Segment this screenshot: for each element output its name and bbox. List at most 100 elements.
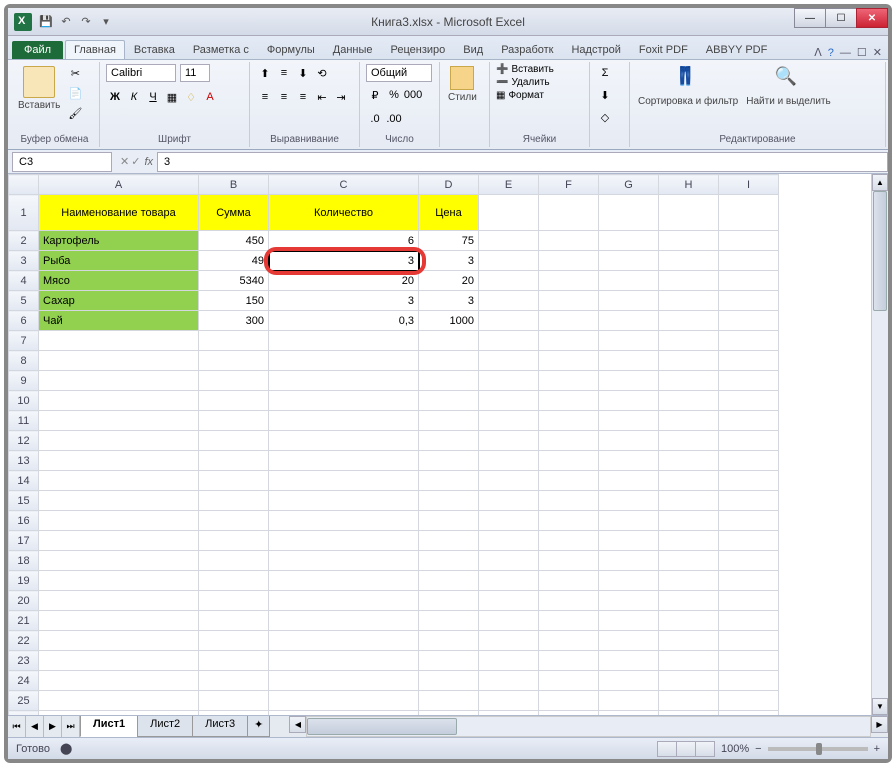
cell[interactable] bbox=[719, 351, 779, 371]
cell[interactable] bbox=[199, 611, 269, 631]
decrease-decimal-icon[interactable]: .00 bbox=[385, 110, 403, 128]
cell[interactable] bbox=[659, 571, 719, 591]
cell[interactable] bbox=[539, 631, 599, 651]
cell[interactable] bbox=[599, 371, 659, 391]
cell[interactable] bbox=[539, 611, 599, 631]
cell[interactable] bbox=[199, 651, 269, 671]
cell[interactable]: Мясо bbox=[39, 271, 199, 291]
border-button[interactable]: ▦ bbox=[163, 88, 181, 106]
cell[interactable] bbox=[419, 711, 479, 716]
cell[interactable] bbox=[479, 691, 539, 711]
cell[interactable] bbox=[659, 491, 719, 511]
row-header[interactable]: 26 bbox=[9, 711, 39, 716]
cell[interactable] bbox=[39, 351, 199, 371]
tab-data[interactable]: Данные bbox=[324, 40, 382, 59]
row-header[interactable]: 12 bbox=[9, 431, 39, 451]
cell[interactable] bbox=[539, 291, 599, 311]
cell[interactable] bbox=[539, 571, 599, 591]
cell[interactable] bbox=[479, 591, 539, 611]
cell[interactable] bbox=[39, 491, 199, 511]
qat-more-icon[interactable]: ▾ bbox=[98, 14, 114, 30]
align-middle-icon[interactable]: ≡ bbox=[275, 64, 293, 82]
column-header[interactable]: F bbox=[539, 175, 599, 195]
cell[interactable] bbox=[659, 511, 719, 531]
cell[interactable]: 5340 bbox=[199, 271, 269, 291]
cell[interactable] bbox=[39, 691, 199, 711]
cell[interactable] bbox=[659, 431, 719, 451]
cell[interactable] bbox=[199, 371, 269, 391]
cell[interactable] bbox=[269, 431, 419, 451]
cell[interactable] bbox=[419, 571, 479, 591]
row-header[interactable]: 4 bbox=[9, 271, 39, 291]
confirm-formula-icon[interactable]: ✓ bbox=[131, 155, 140, 168]
cell[interactable] bbox=[659, 671, 719, 691]
align-top-icon[interactable]: ⬆ bbox=[256, 64, 274, 82]
cell[interactable] bbox=[199, 631, 269, 651]
cell[interactable] bbox=[599, 251, 659, 271]
cell[interactable] bbox=[539, 311, 599, 331]
align-center-icon[interactable]: ≡ bbox=[275, 88, 293, 106]
tab-addins[interactable]: Надстрой bbox=[562, 40, 629, 59]
cell[interactable] bbox=[479, 671, 539, 691]
cell[interactable] bbox=[659, 531, 719, 551]
cell[interactable] bbox=[39, 631, 199, 651]
cell[interactable]: 20 bbox=[419, 271, 479, 291]
cell[interactable] bbox=[269, 511, 419, 531]
cell[interactable] bbox=[39, 591, 199, 611]
help-icon[interactable]: ? bbox=[828, 47, 834, 59]
styles-button[interactable]: Стили bbox=[446, 64, 479, 105]
fill-color-button[interactable]: ♢ bbox=[182, 88, 200, 106]
cell[interactable] bbox=[719, 311, 779, 331]
cell[interactable] bbox=[199, 671, 269, 691]
cell[interactable] bbox=[199, 531, 269, 551]
cell[interactable] bbox=[659, 371, 719, 391]
cell[interactable]: 3 bbox=[419, 291, 479, 311]
column-header[interactable]: B bbox=[199, 175, 269, 195]
cell[interactable] bbox=[659, 591, 719, 611]
cell[interactable] bbox=[719, 691, 779, 711]
row-header[interactable]: 25 bbox=[9, 691, 39, 711]
row-header[interactable]: 19 bbox=[9, 571, 39, 591]
cell[interactable] bbox=[269, 551, 419, 571]
tab-file[interactable]: Файл bbox=[12, 41, 63, 59]
redo-icon[interactable]: ↷ bbox=[78, 14, 94, 30]
row-header[interactable]: 16 bbox=[9, 511, 39, 531]
tab-nav-last-icon[interactable]: ⏭ bbox=[62, 716, 80, 737]
row-header[interactable]: 23 bbox=[9, 651, 39, 671]
scroll-track[interactable] bbox=[872, 191, 888, 698]
cell[interactable] bbox=[269, 411, 419, 431]
cell[interactable] bbox=[599, 411, 659, 431]
cell[interactable] bbox=[419, 671, 479, 691]
scroll-left-icon[interactable]: ◀ bbox=[289, 716, 306, 733]
fx-icon[interactable]: fx bbox=[144, 156, 153, 168]
cell[interactable] bbox=[539, 491, 599, 511]
bold-button[interactable]: Ж bbox=[106, 88, 124, 106]
macro-record-icon[interactable]: ⬤ bbox=[60, 742, 72, 755]
row-header[interactable]: 17 bbox=[9, 531, 39, 551]
cell[interactable]: 1000 bbox=[419, 311, 479, 331]
cell[interactable] bbox=[479, 291, 539, 311]
align-right-icon[interactable]: ≡ bbox=[294, 88, 312, 106]
cell[interactable] bbox=[39, 511, 199, 531]
cell[interactable] bbox=[659, 231, 719, 251]
cell[interactable] bbox=[39, 411, 199, 431]
row-header[interactable]: 20 bbox=[9, 591, 39, 611]
cell[interactable] bbox=[719, 195, 779, 231]
cell[interactable] bbox=[599, 531, 659, 551]
column-header[interactable]: C bbox=[269, 175, 419, 195]
indent-inc-icon[interactable]: ⇥ bbox=[332, 88, 350, 106]
cell[interactable] bbox=[419, 591, 479, 611]
cell[interactable] bbox=[539, 651, 599, 671]
cell[interactable] bbox=[39, 331, 199, 351]
cell[interactable] bbox=[479, 431, 539, 451]
cell[interactable] bbox=[599, 471, 659, 491]
cell[interactable] bbox=[539, 591, 599, 611]
cell[interactable] bbox=[539, 331, 599, 351]
currency-icon[interactable]: ₽ bbox=[366, 86, 384, 104]
cell[interactable] bbox=[479, 471, 539, 491]
cell[interactable]: 3 bbox=[269, 291, 419, 311]
cell[interactable] bbox=[479, 331, 539, 351]
cell[interactable]: Сумма bbox=[199, 195, 269, 231]
indent-dec-icon[interactable]: ⇤ bbox=[313, 88, 331, 106]
zoom-level[interactable]: 100% bbox=[721, 743, 749, 755]
